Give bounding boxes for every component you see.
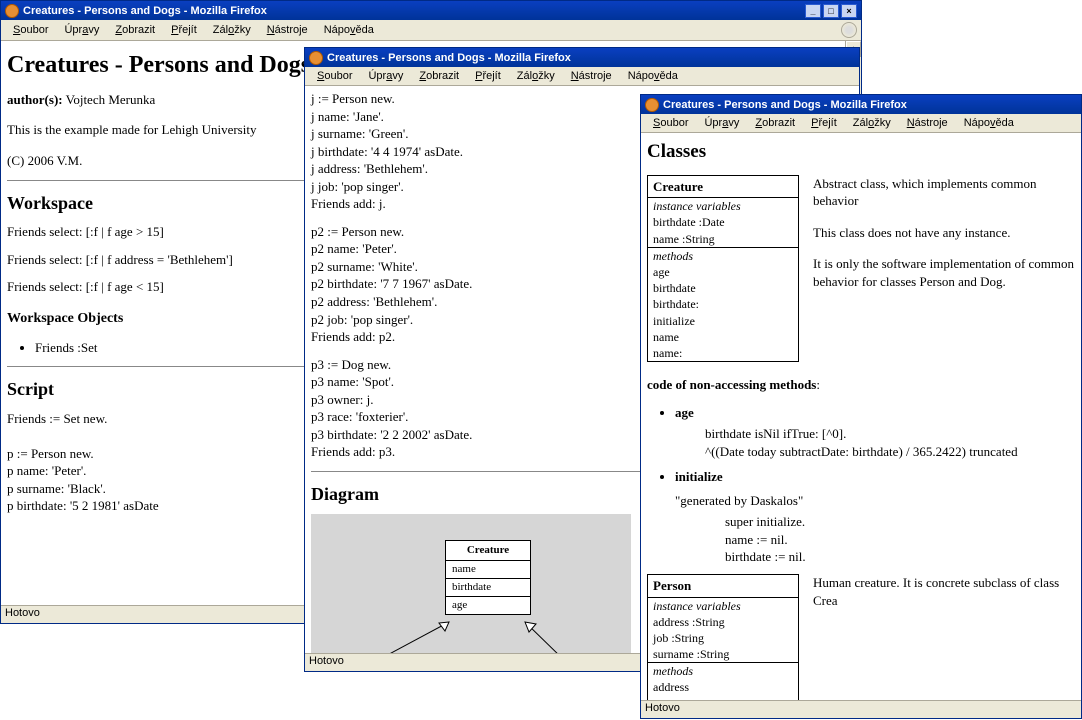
code-line: super initialize. [725,513,1075,531]
status-text: Hotovo [5,607,40,619]
menu-upravy[interactable]: Úpravy [696,116,747,130]
menu-zobrazit[interactable]: Zobrazit [107,23,163,37]
code-line: name := nil. [725,531,1075,549]
code-line: birthdate isNil ifTrue: [^0]. [705,425,1075,443]
menu-nastroje[interactable]: Nástroje [563,69,620,83]
menu-soubor[interactable]: Soubor [309,69,360,83]
menu-zobrazit[interactable]: Zobrazit [747,116,803,130]
code-line: ^((Date today subtractDate: birthdate) /… [705,443,1075,461]
creature-desc: Abstract class, which implements common … [813,175,1075,210]
window-title: Creatures - Persons and Dogs - Mozilla F… [663,99,1077,111]
menubar: Soubor Úpravy Zobrazit Přejít Záložky Ná… [305,67,859,86]
throbber-icon [841,22,857,38]
class-table-person: Person instance variables address :Strin… [647,574,799,700]
method-name-init: initialize [675,469,723,484]
menu-prejit[interactable]: Přejít [163,23,205,37]
menu-napoveda[interactable]: Nápověda [316,23,382,37]
menu-soubor[interactable]: Soubor [645,116,696,130]
menu-zalozky[interactable]: Záložky [509,69,563,83]
creature-desc: It is only the software implementation o… [813,255,1075,290]
firefox-icon [645,98,659,112]
window-classes: Creatures - Persons and Dogs - Mozilla F… [640,94,1082,719]
menu-upravy[interactable]: Úpravy [360,69,411,83]
statusbar: Hotovo [641,700,1081,718]
uml-diagram: Creature name birthdate age Person surna… [311,514,631,653]
minimize-button[interactable]: _ [805,4,821,18]
titlebar: Creatures - Persons and Dogs - Mozilla F… [1,1,861,20]
firefox-icon [309,51,323,65]
titlebar: Creatures - Persons and Dogs - Mozilla F… [641,95,1081,114]
init-comment: "generated by Daskalos" [675,492,1075,510]
menu-prejit[interactable]: Přejít [803,116,845,130]
menu-nastroje[interactable]: Nástroje [899,116,956,130]
menu-prejit[interactable]: Přejít [467,69,509,83]
menu-zalozky[interactable]: Záložky [845,116,899,130]
menu-soubor[interactable]: Soubor [5,23,56,37]
menu-napoveda[interactable]: Nápověda [620,69,686,83]
author-label: author(s): [7,92,63,107]
class-table-creature: Creature instance variables birthdate :D… [647,175,799,362]
titlebar: Creatures - Persons and Dogs - Mozilla F… [305,48,859,67]
menubar: Soubor Úpravy Zobrazit Přejít Záložky Ná… [1,20,861,41]
status-text: Hotovo [309,655,344,667]
code-line: birthdate := nil. [725,548,1075,566]
maximize-button[interactable]: □ [823,4,839,18]
author-value: Vojtech Merunka [66,92,156,107]
menu-zalozky[interactable]: Záložky [205,23,259,37]
menu-zobrazit[interactable]: Zobrazit [411,69,467,83]
method-name-age: age [675,405,694,420]
firefox-icon [5,4,19,18]
window-title: Creatures - Persons and Dogs - Mozilla F… [327,52,855,64]
person-desc: Human creature. It is concrete subclass … [813,574,1075,609]
code-methods-heading: code of non-accessing methods [647,377,816,392]
menubar: Soubor Úpravy Zobrazit Přejít Záložky Ná… [641,114,1081,133]
window-title: Creatures - Persons and Dogs - Mozilla F… [23,5,805,17]
status-text: Hotovo [645,702,680,714]
creature-desc: This class does not have any instance. [813,224,1075,242]
classes-heading: Classes [647,139,1075,165]
page-content: Classes Creature instance variables birt… [641,133,1081,700]
close-button[interactable]: × [841,4,857,18]
uml-class-creature: Creature name birthdate age [445,540,531,614]
menu-napoveda[interactable]: Nápověda [956,116,1022,130]
menu-upravy[interactable]: Úpravy [56,23,107,37]
menu-nastroje[interactable]: Nástroje [259,23,316,37]
